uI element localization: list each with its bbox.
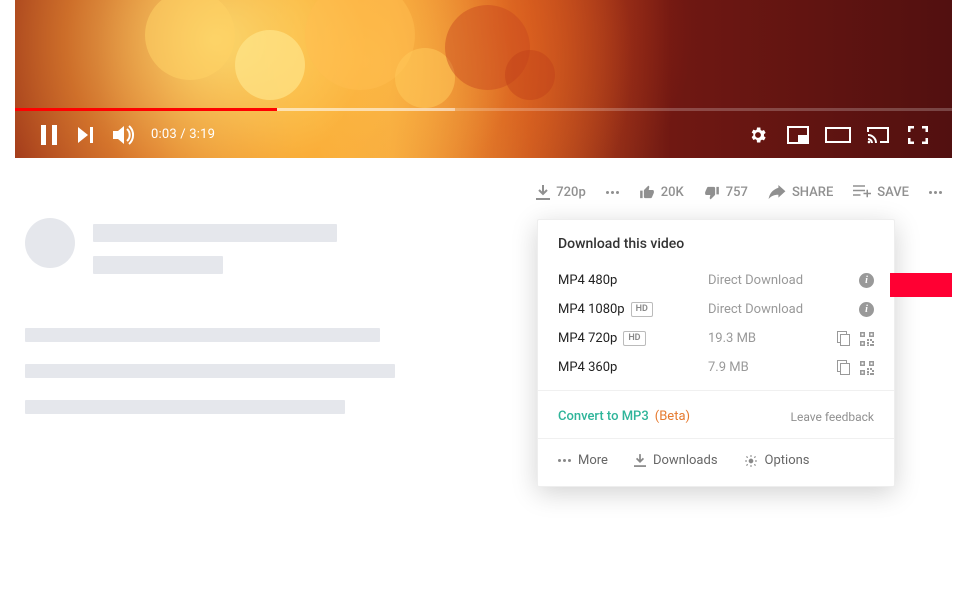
download-info: 19.3 MB [708, 331, 837, 346]
share-button[interactable]: SHARE [768, 180, 833, 204]
channel-avatar [25, 218, 75, 268]
dots-horizontal-icon [606, 191, 619, 194]
download-icon [536, 185, 550, 200]
theater-icon [825, 127, 851, 143]
download-format: MP4 1080p [558, 302, 625, 317]
leave-feedback-link[interactable]: Leave feedback [791, 410, 875, 424]
download-panel-title: Download this video [538, 220, 894, 266]
download-panel: Download this video MP4 480p Direct Downl… [537, 219, 895, 487]
next-button[interactable] [69, 111, 105, 158]
skeleton-line [93, 224, 337, 242]
hd-badge: HD [623, 331, 645, 346]
panel-more-label: More [578, 453, 608, 468]
volume-icon [113, 125, 137, 145]
copy-icon[interactable] [837, 331, 850, 346]
subscribe-button[interactable] [890, 273, 952, 297]
save-button[interactable]: SAVE [853, 180, 909, 204]
panel-downloads-button[interactable]: Downloads [634, 453, 718, 468]
beta-badge: (Beta) [655, 409, 690, 424]
fullscreen-icon [908, 126, 928, 144]
dots-horizontal-icon [929, 191, 942, 194]
download-icon [634, 454, 646, 467]
save-label: SAVE [877, 185, 909, 200]
download-option-row[interactable]: MP4 360p 7.9 MB [538, 353, 894, 382]
download-info: 7.9 MB [708, 360, 837, 375]
settings-button[interactable] [738, 111, 778, 158]
download-info: Direct Download [708, 302, 859, 317]
convert-mp3-link[interactable]: Convert to MP3 [558, 409, 649, 424]
hd-badge: HD [631, 302, 653, 317]
cast-icon [867, 126, 889, 144]
miniplayer-button[interactable] [778, 111, 818, 158]
thumbs-down-icon [704, 185, 720, 200]
pause-button[interactable] [29, 111, 69, 158]
download-info: Direct Download [708, 273, 859, 288]
video-action-bar: 720p 20K 757 SHARE SAVE [15, 180, 952, 204]
dots-horizontal-icon [558, 459, 571, 462]
download-format: MP4 360p [558, 360, 617, 375]
panel-more-button[interactable]: More [558, 453, 608, 468]
panel-options-label: Options [765, 453, 810, 468]
video-player[interactable]: 0:03 / 3:19 [15, 0, 952, 158]
download-option-row[interactable]: MP4 720p HD 19.3 MB [538, 324, 894, 353]
pause-icon [40, 125, 58, 145]
download-quality-label: 720p [556, 185, 585, 200]
panel-options-button[interactable]: Options [744, 453, 810, 468]
share-label: SHARE [792, 185, 833, 200]
info-icon[interactable]: i [859, 273, 874, 288]
copy-icon[interactable] [837, 360, 850, 375]
share-icon [768, 185, 786, 199]
download-option-row[interactable]: MP4 1080p HD Direct Downloadi [538, 295, 894, 324]
fullscreen-button[interactable] [898, 111, 938, 158]
like-button[interactable]: 20K [639, 180, 684, 204]
like-count: 20K [661, 185, 684, 200]
dislike-button[interactable]: 757 [704, 180, 748, 204]
dislike-count: 757 [726, 185, 748, 200]
info-icon[interactable]: i [859, 302, 874, 317]
gear-icon [748, 125, 768, 145]
download-format: MP4 720p [558, 331, 617, 346]
playlist-add-icon [853, 185, 871, 199]
download-option-row[interactable]: MP4 480p Direct Downloadi [538, 266, 894, 295]
skeleton-line [25, 400, 345, 414]
video-info-skeleton [15, 222, 505, 436]
panel-downloads-label: Downloads [653, 453, 718, 468]
gear-outline-icon [744, 454, 758, 468]
volume-button[interactable] [105, 111, 145, 158]
skeleton-line [25, 364, 395, 378]
qr-icon[interactable] [860, 332, 874, 346]
download-menu-button[interactable] [606, 180, 619, 204]
player-controls: 0:03 / 3:19 [15, 111, 952, 158]
skeleton-line [93, 256, 223, 274]
time-display: 0:03 / 3:19 [151, 127, 215, 142]
more-actions-button[interactable] [929, 180, 942, 204]
skeleton-line [25, 328, 380, 342]
download-quality-button[interactable]: 720p [536, 180, 585, 204]
miniplayer-icon [787, 126, 809, 144]
next-icon [78, 127, 96, 143]
cast-button[interactable] [858, 111, 898, 158]
download-format: MP4 480p [558, 273, 617, 288]
qr-icon[interactable] [860, 361, 874, 375]
theater-button[interactable] [818, 111, 858, 158]
thumbs-up-icon [639, 185, 655, 200]
